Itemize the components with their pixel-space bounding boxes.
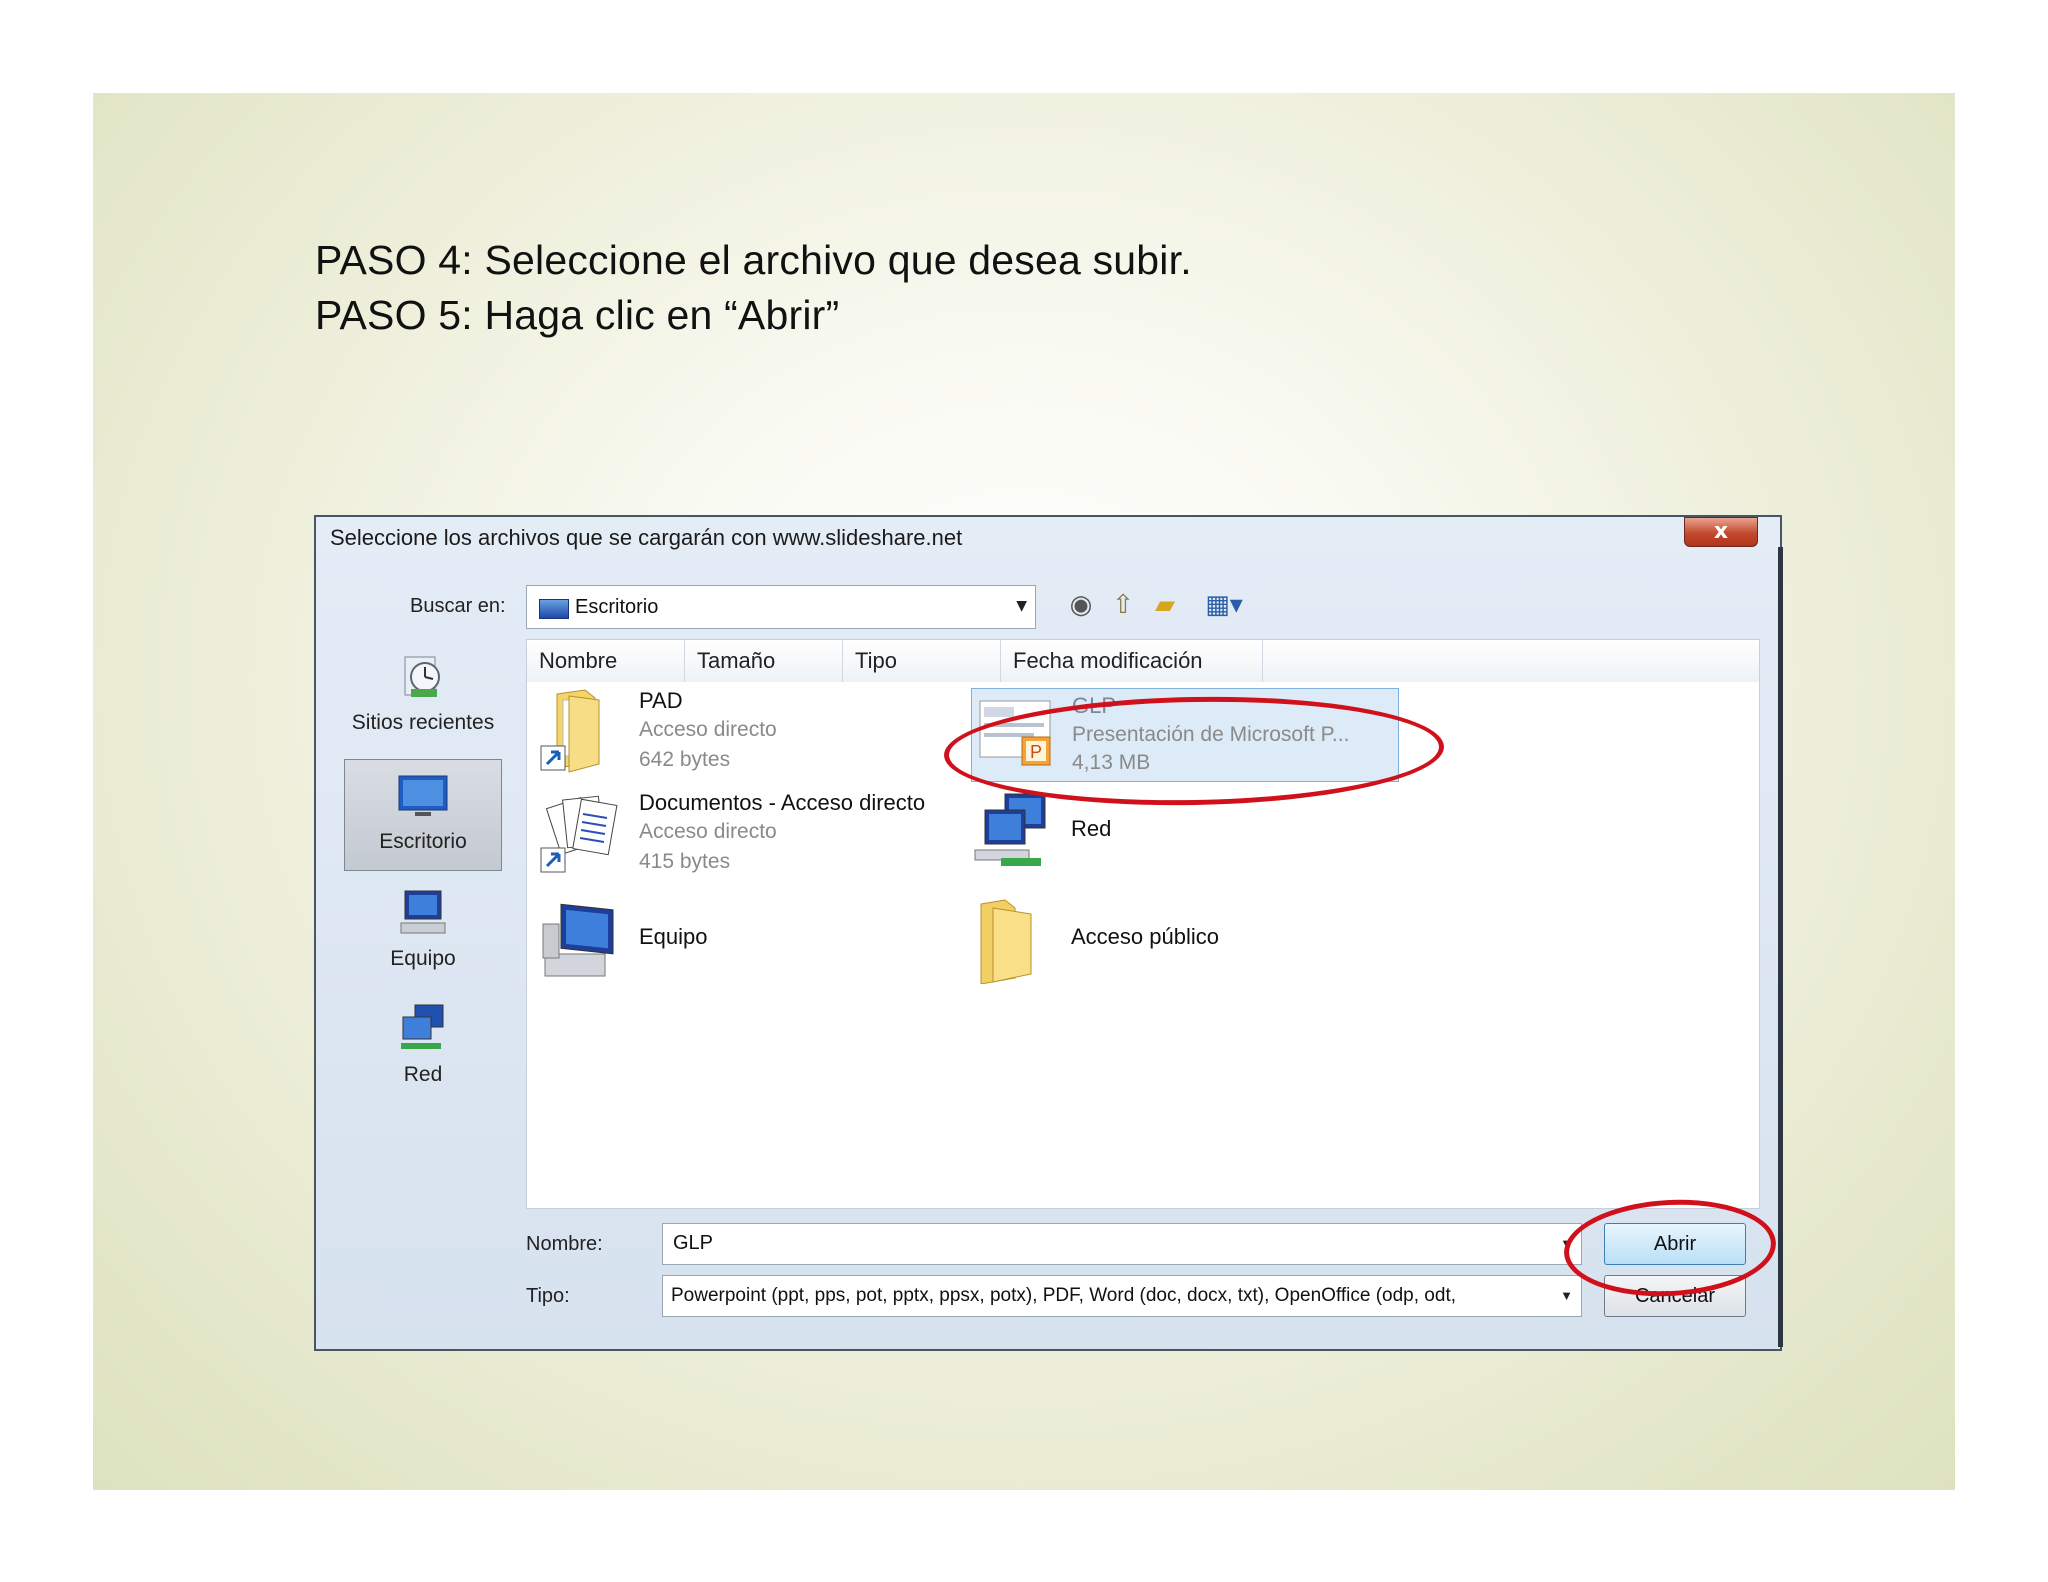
- folder-icon: [971, 898, 1053, 985]
- up-folder-icon[interactable]: ⇧: [1106, 587, 1140, 623]
- column-header-size[interactable]: Tamaño: [685, 640, 843, 682]
- look-in-combo[interactable]: Escritorio ▼: [526, 585, 1036, 629]
- documents-shortcut-icon: [539, 790, 621, 876]
- chevron-down-icon[interactable]: ▼: [1016, 598, 1027, 614]
- file-type: Acceso directo: [639, 718, 777, 741]
- dialog-shadow-edge: [1778, 547, 1783, 1347]
- file-type-value: Powerpoint (ppt, pps, pot, pptx, ppsx, p…: [671, 1285, 1457, 1306]
- place-network[interactable]: Red: [344, 1001, 502, 1087]
- network-icon: [395, 1001, 451, 1057]
- recent-places-icon: [395, 649, 451, 705]
- place-label: Equipo: [390, 947, 456, 970]
- folder-shortcut-icon: [539, 688, 621, 774]
- column-header-name[interactable]: Nombre: [527, 640, 685, 682]
- places-bar: Sitios recientes Escritorio Equipo Red: [330, 639, 516, 1159]
- chevron-down-icon[interactable]: ▼: [1560, 1288, 1573, 1303]
- network-icon: [971, 790, 1053, 876]
- file-name: Acceso público: [1071, 924, 1219, 949]
- place-label: Escritorio: [379, 830, 467, 853]
- file-open-dialog: Seleccione los archivos que se cargarán …: [314, 515, 1783, 1351]
- computer-icon: [539, 898, 621, 984]
- place-desktop[interactable]: Escritorio: [344, 759, 502, 871]
- file-type-label: Tipo:: [526, 1285, 570, 1307]
- instruction-step-4: PASO 4: Seleccione el archivo que desea …: [315, 237, 1192, 283]
- place-label: Red: [403, 1063, 443, 1086]
- place-recent[interactable]: Sitios recientes: [344, 649, 502, 735]
- column-header-filler: [1263, 640, 1759, 682]
- file-name: Red: [1071, 816, 1112, 841]
- file-name: PAD: [639, 688, 683, 713]
- file-name: Documentos - Acceso directo: [639, 790, 926, 815]
- file-type-select[interactable]: Powerpoint (ppt, pps, pot, pptx, ppsx, p…: [662, 1275, 1582, 1317]
- views-menu-icon[interactable]: ▦▾: [1198, 587, 1250, 623]
- instruction-step-5: PASO 5: Haga clic en “Abrir”: [315, 292, 840, 338]
- column-header-type[interactable]: Tipo: [843, 640, 1001, 682]
- look-in-label: Buscar en:: [410, 595, 506, 617]
- file-name: Equipo: [639, 924, 708, 949]
- file-size: 642 bytes: [639, 748, 731, 771]
- dialog-title: Seleccione los archivos que se cargarán …: [330, 525, 963, 550]
- file-size: 415 bytes: [639, 850, 731, 873]
- column-header-date[interactable]: Fecha modificación: [1001, 640, 1263, 682]
- new-folder-icon[interactable]: ▰: [1148, 587, 1182, 623]
- file-name-label: Nombre:: [526, 1233, 603, 1255]
- file-name-combo[interactable]: GLP ▼: [662, 1223, 1582, 1265]
- place-label: Sitios recientes: [351, 711, 495, 734]
- file-type: Acceso directo: [639, 820, 777, 843]
- computer-icon: [395, 885, 451, 941]
- close-button[interactable]: x: [1684, 517, 1758, 547]
- desktop-small-icon: [539, 599, 569, 619]
- look-in-value: Escritorio: [575, 596, 659, 618]
- place-computer[interactable]: Equipo: [344, 885, 502, 971]
- file-name-value: GLP: [673, 1232, 714, 1254]
- back-icon[interactable]: ◉: [1064, 587, 1098, 623]
- desktop-icon: [395, 768, 451, 824]
